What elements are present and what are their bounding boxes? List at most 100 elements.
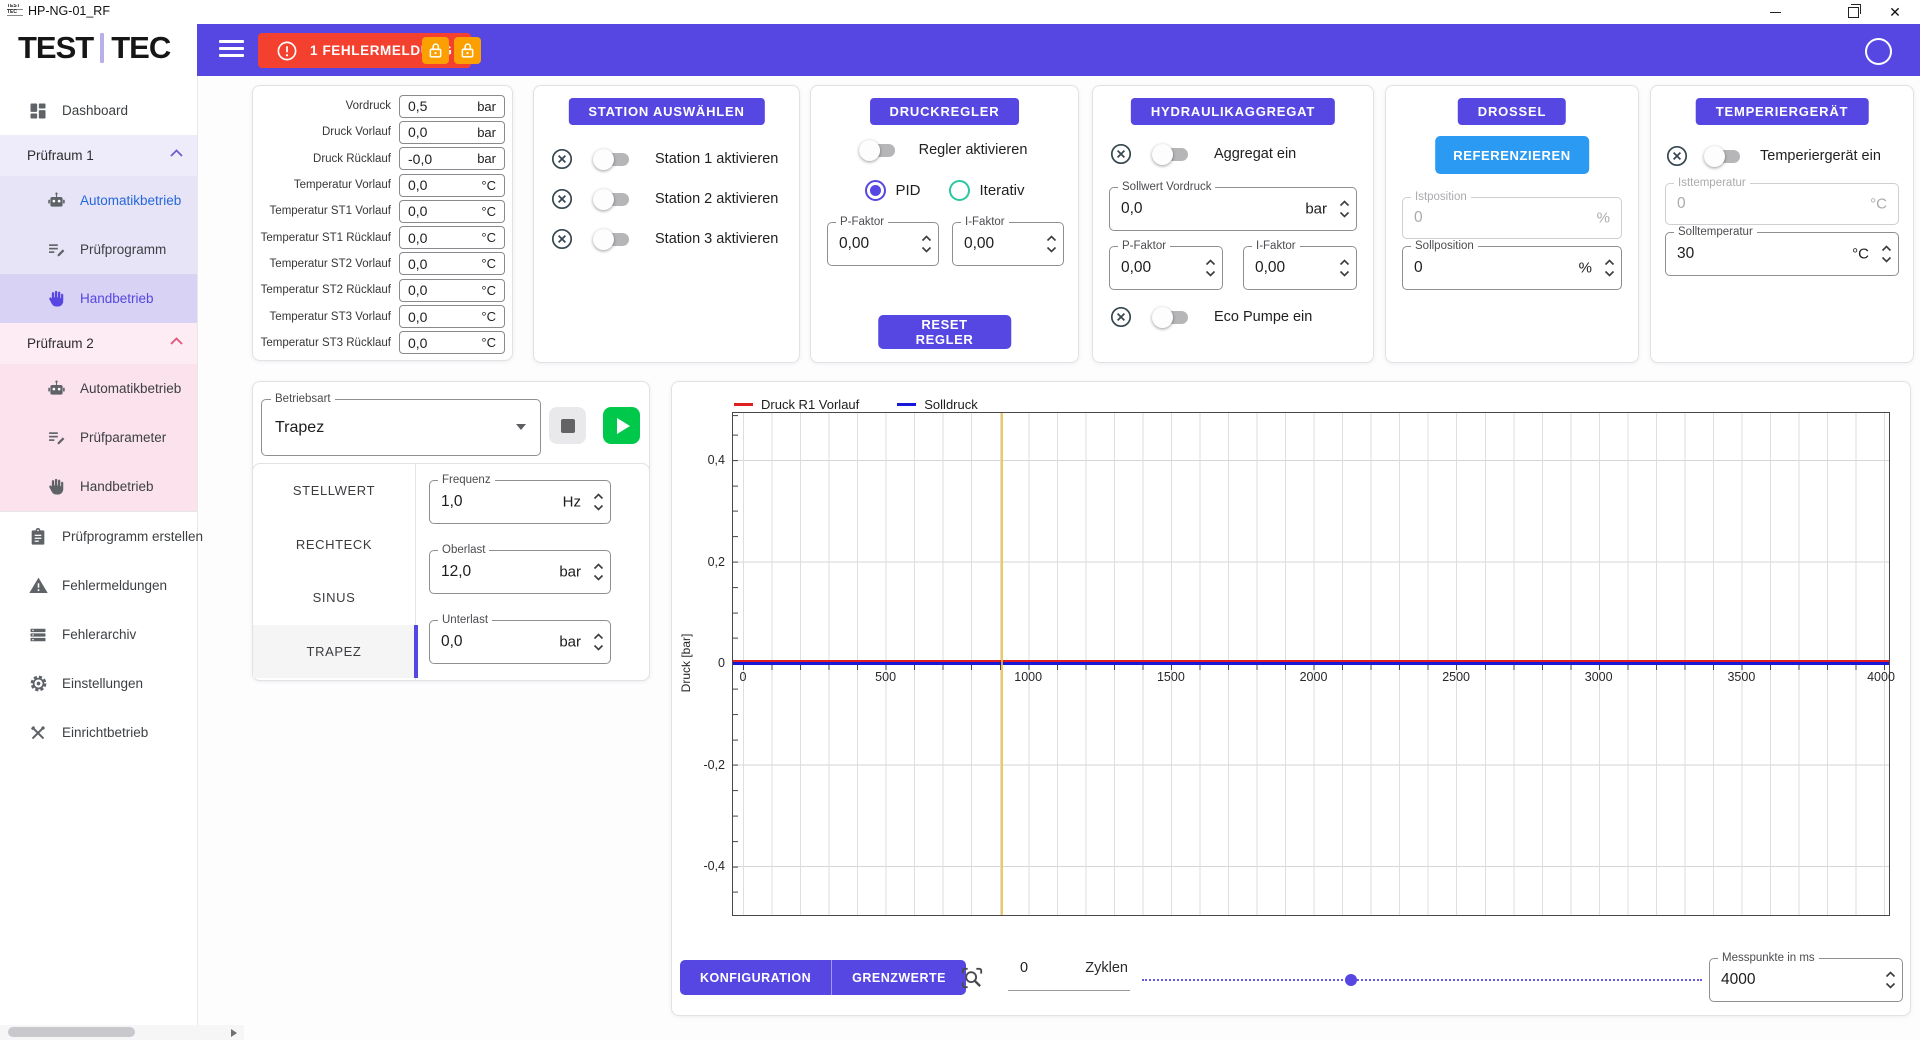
spinner-buttons[interactable] (1339, 259, 1350, 277)
x-tick: 4000 (1867, 670, 1895, 684)
sidebar-item-fehlerarchiv[interactable]: Fehlerarchiv (0, 610, 197, 659)
sollwert-vordruck-field[interactable]: Sollwert Vordruck 0,0 bar (1109, 187, 1357, 231)
sidebar-item-einrichtbetrieb[interactable]: Einrichtbetrieb (0, 708, 197, 757)
sollposition-field[interactable]: Sollposition 0 % (1402, 246, 1622, 290)
x-circle-icon (1109, 305, 1133, 329)
solltemperatur-field[interactable]: Solltemperatur 30 °C (1665, 232, 1899, 276)
spinner-buttons[interactable] (593, 493, 604, 511)
legend-item: Druck R1 Vorlauf (734, 397, 859, 412)
hydraulik-panel-header[interactable]: HYDRAULIKAGGREGAT (1131, 98, 1335, 125)
measurement-value-box: 0,0°C (399, 279, 505, 302)
sidebar-item-automatikbetrieb-2[interactable]: Automatikbetrieb (0, 364, 197, 413)
spinner-buttons[interactable] (921, 235, 932, 253)
radio-on-icon (864, 180, 885, 201)
measurement-row: Temperatur ST3 Vorlauf0,0°C (253, 303, 512, 329)
clipboard-icon (27, 526, 49, 548)
x-circle-icon (1109, 142, 1133, 166)
station-panel-header[interactable]: STATION AUSWÄHLEN (568, 98, 764, 125)
lock-open-button-1[interactable] (422, 37, 449, 64)
legend-swatch-blue (897, 403, 916, 406)
i-faktor-field[interactable]: I-Faktor 0,00 (952, 222, 1064, 266)
slider-thumb[interactable] (1345, 974, 1357, 986)
spinner-buttons[interactable] (593, 563, 604, 581)
pid-radio[interactable]: PID (864, 180, 920, 201)
spinner-buttons[interactable] (1339, 200, 1350, 218)
druckregler-panel: DRUCKREGLER Regler aktivieren PID Iterat… (810, 85, 1079, 363)
measurement-value-box: 0,5bar (399, 95, 505, 118)
regler-toggle[interactable] (862, 144, 895, 157)
temperiergeraet-toggle[interactable] (1707, 150, 1740, 163)
sidebar-group-pruefraum-1[interactable]: Prüfraum 1 (0, 135, 197, 176)
aggregat-toggle[interactable] (1155, 148, 1188, 161)
close-button[interactable]: ✕ (1880, 0, 1910, 24)
y-tick: 0,2 (708, 555, 725, 569)
betriebsart-select[interactable]: Betriebsart Trapez (261, 399, 541, 456)
station-1-toggle[interactable] (596, 153, 629, 166)
regler-toggle-row: Regler aktivieren (862, 142, 1028, 158)
chevron-up-icon (170, 337, 183, 345)
sidebar-item-automatikbetrieb-1[interactable]: Automatikbetrieb (0, 176, 197, 225)
app-window: TESTTEC HP-NG-01_RF ✕ 1 FEHLERMELDUNG TE… (0, 0, 1920, 1040)
unterlast-field[interactable]: Unterlast 0,0 bar (429, 620, 611, 664)
sidebar-item-dashboard[interactable]: Dashboard (0, 86, 197, 135)
eco-pumpe-toggle[interactable] (1155, 311, 1188, 324)
sidebar-item-pruefparameter[interactable]: Prüfparameter (0, 413, 197, 462)
lock-open-button-2[interactable] (454, 37, 481, 64)
spinner-buttons[interactable] (1885, 971, 1896, 989)
zyklen-field[interactable]: 0 Zyklen (1008, 956, 1130, 991)
iterativ-radio[interactable]: Iterativ (949, 180, 1025, 201)
restore-button[interactable] (1838, 0, 1868, 24)
reset-regler-button[interactable]: RESET REGLER (878, 315, 1012, 349)
sidebar-item-einstellungen[interactable]: Einstellungen (0, 659, 197, 708)
tab-rechteck[interactable]: RECHTECK (253, 518, 415, 572)
sidebar-group-pruefraum-2[interactable]: Prüfraum 2 (0, 323, 197, 364)
temperiergeraet-panel-header[interactable]: TEMPERIERGERÄT (1696, 98, 1869, 125)
sidebar-item-pruefprogramm-erstellen[interactable]: Prüfprogramm erstellen (0, 511, 197, 561)
chart-cursor-line (1001, 413, 1003, 915)
spinner-buttons[interactable] (1046, 235, 1057, 253)
tab-sinus[interactable]: SINUS (253, 571, 415, 625)
spinner-buttons[interactable] (1881, 245, 1892, 263)
play-button[interactable] (603, 407, 640, 444)
hydraulik-i-faktor-field[interactable]: I-Faktor 0,00 (1243, 246, 1357, 290)
spinner-buttons[interactable] (1205, 259, 1216, 277)
eco-pumpe-row: Eco Pumpe ein (1109, 305, 1312, 329)
konfiguration-button[interactable]: KONFIGURATION (680, 960, 832, 995)
tab-stellwert[interactable]: STELLWERT (253, 464, 415, 518)
scrollbar-arrow-icon[interactable] (231, 1029, 237, 1037)
p-faktor-field[interactable]: P-Faktor 0,00 (827, 222, 939, 266)
station-2-toggle[interactable] (596, 193, 629, 206)
sidebar-item-handbetrieb-1[interactable]: Handbetrieb (0, 274, 197, 323)
measurement-row: Druck Rücklauf-0,0bar (253, 146, 512, 172)
x-circle-icon (1665, 144, 1689, 168)
x-circle-icon (550, 147, 574, 171)
scrollbar-thumb[interactable] (8, 1027, 135, 1037)
frequenz-field[interactable]: Frequenz 1,0 Hz (429, 480, 611, 524)
hydraulik-p-faktor-field[interactable]: P-Faktor 0,00 (1109, 246, 1223, 290)
dashboard-icon (27, 100, 49, 122)
druckregler-panel-header[interactable]: DRUCKREGLER (870, 98, 1020, 125)
stop-button[interactable] (549, 407, 586, 444)
robot-icon (45, 378, 67, 400)
zoom-reset-icon[interactable] (959, 965, 985, 991)
referenzieren-button[interactable]: REFERENZIEREN (1435, 136, 1589, 174)
spinner-buttons[interactable] (1604, 259, 1615, 277)
messpunkte-slider[interactable] (1142, 979, 1702, 981)
tab-trapez[interactable]: TRAPEZ (253, 625, 415, 679)
station-3-toggle[interactable] (596, 233, 629, 246)
chart-plot-area: 0,4 0,2 0 -0,2 -0,4 0 500 1000 1500 2000… (732, 412, 1890, 916)
legend-swatch-red (734, 403, 753, 406)
measurement-value-box: 0,0°C (399, 305, 505, 328)
sidebar-item-fehlermeldungen[interactable]: Fehlermeldungen (0, 561, 197, 610)
horizontal-scrollbar[interactable] (0, 1025, 244, 1040)
sidebar-item-pruefprogramm[interactable]: Prüfprogramm (0, 225, 197, 274)
sidebar-item-handbetrieb-2[interactable]: Handbetrieb (0, 462, 197, 511)
spinner-buttons[interactable] (593, 633, 604, 651)
drossel-panel-header[interactable]: DROSSEL (1458, 98, 1566, 125)
zyklen-label: Zyklen (1085, 960, 1128, 976)
menu-icon[interactable] (219, 40, 244, 57)
oberlast-field[interactable]: Oberlast 12,0 bar (429, 550, 611, 594)
messpunkte-field[interactable]: Messpunkte in ms 4000 (1709, 958, 1903, 1002)
minimize-button[interactable] (1760, 0, 1790, 24)
grenzwerte-button[interactable]: GRENZWERTE (832, 960, 966, 995)
